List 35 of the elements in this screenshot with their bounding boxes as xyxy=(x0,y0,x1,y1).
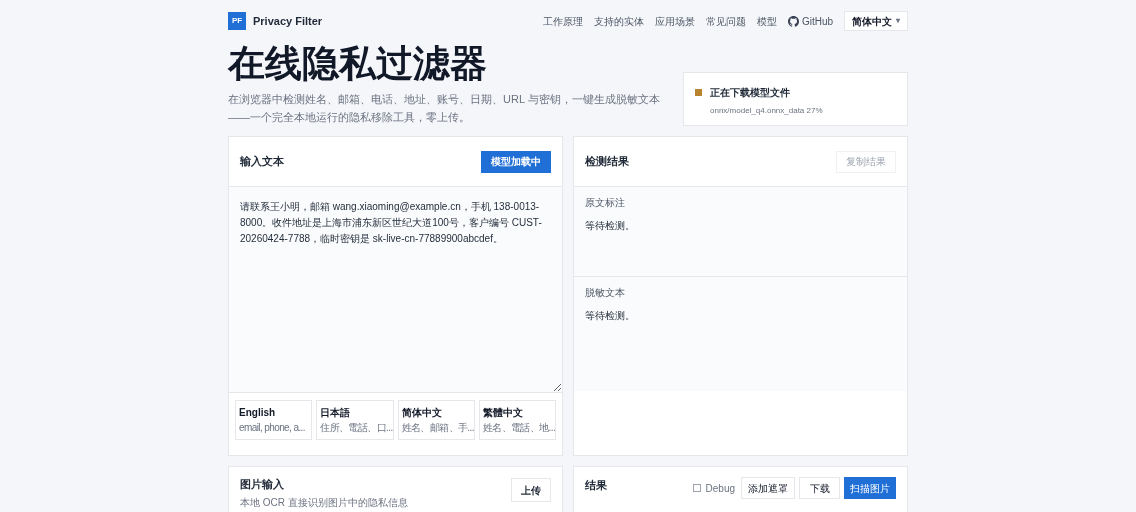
nav-link[interactable]: GitHub xyxy=(787,13,833,29)
preset-card[interactable]: 日本語 住所、電話、口... xyxy=(316,400,394,440)
action-button[interactable]: 添加遮罩 xyxy=(741,477,795,499)
panel-title: 图片输入 xyxy=(240,477,285,492)
nav-link[interactable]: 支持的实体 xyxy=(593,13,644,29)
status-title: 正在下载模型文件 xyxy=(710,86,790,100)
nav-link[interactable]: 工作原理 xyxy=(542,13,583,29)
action-button[interactable]: 扫描图片 xyxy=(844,477,896,499)
action-button[interactable]: 下载 xyxy=(799,477,840,499)
debug-checkbox[interactable]: Debug xyxy=(692,477,735,499)
brand-name[interactable]: Privacy Filter xyxy=(253,12,323,30)
nav-link[interactable]: 应用场景 xyxy=(654,13,695,29)
section-text: 等待检测。 xyxy=(585,219,636,233)
upload-button[interactable]: 上传 xyxy=(511,478,551,502)
page-subtitle: 在浏览器中检测姓名、邮箱、电话、地址、账号、日期、URL 与密钥，一键生成脱敏文本——一个完全本地运行的隐私移除工具，零上传。 xyxy=(228,92,661,125)
status-detail: onnx/model_q4.onnx_data 27% xyxy=(710,105,824,117)
page-title: 在线隐私过滤器 xyxy=(228,42,488,86)
preset-card[interactable]: 繁體中文 姓名、電話、地... xyxy=(478,400,556,440)
section-label: 脱敏文本 xyxy=(585,286,626,300)
section-text: 等待检测。 xyxy=(585,309,636,323)
github-icon xyxy=(787,15,799,27)
section-label: 原文标注 xyxy=(585,196,626,210)
language-select[interactable]: 简体中文 ▾ xyxy=(844,11,908,31)
preset-card[interactable]: English email, phone, a... xyxy=(235,400,313,440)
nav-link[interactable]: 常见问题 xyxy=(705,13,746,29)
panel-subtitle: 本地 OCR 直接识别图片中的隐私信息 xyxy=(240,495,408,510)
panel-title: 结果 xyxy=(585,478,607,493)
caret-icon: ▾ xyxy=(896,15,900,27)
preset-card[interactable]: 简体中文 姓名、邮箱、手... xyxy=(397,400,475,440)
nav-link[interactable]: 模型 xyxy=(756,13,777,29)
panel-title: 检测结果 xyxy=(585,154,629,170)
text-input[interactable]: 请联系王小明，邮箱 wang.xiaoming@example.cn，手机 138-0013-8000。收件地址是上海市浦东新区世纪大道100号，客户编号 CUST-20260424-7788，临时密钥是 sk-live-cn-77889900abcdef。 xyxy=(229,187,562,393)
brand-logo[interactable]: PF xyxy=(228,12,246,30)
loading-button[interactable]: 模型加载中 xyxy=(481,150,551,173)
panel-title: 输入文本 xyxy=(240,154,284,170)
